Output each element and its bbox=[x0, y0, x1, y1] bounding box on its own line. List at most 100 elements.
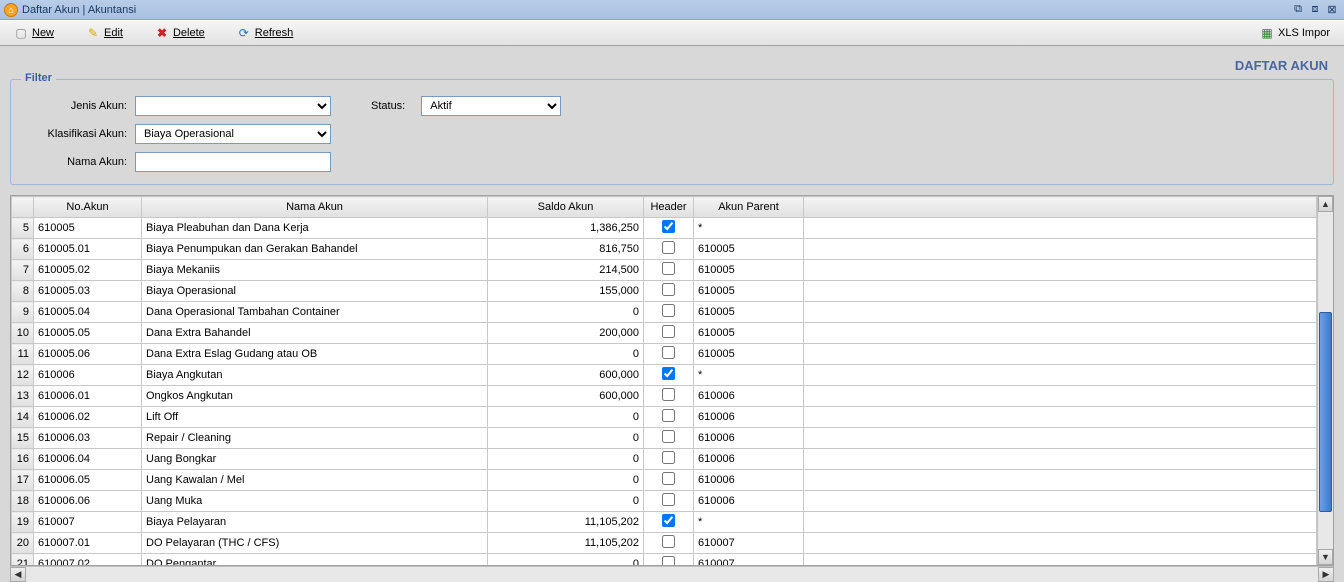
cell-saldo: 11,105,202 bbox=[488, 533, 644, 554]
klasifikasi-akun-select[interactable]: Biaya Operasional bbox=[135, 124, 331, 144]
header-checkbox[interactable] bbox=[662, 556, 675, 565]
nama-akun-input[interactable] bbox=[135, 152, 331, 172]
cell-no-akun: 610007.01 bbox=[34, 533, 142, 554]
cell-parent: 610005 bbox=[694, 323, 804, 344]
header-checkbox[interactable] bbox=[662, 430, 675, 443]
new-icon: ▢ bbox=[14, 26, 28, 40]
cell-parent: 610005 bbox=[694, 260, 804, 281]
header-checkbox[interactable] bbox=[662, 493, 675, 506]
col-header-parent[interactable]: Akun Parent bbox=[694, 197, 804, 218]
edit-button[interactable]: ✎ Edit bbox=[78, 22, 131, 44]
delete-button[interactable]: ✖ Delete bbox=[147, 22, 213, 44]
scroll-left-icon[interactable]: ◀ bbox=[10, 567, 26, 582]
header-checkbox[interactable] bbox=[662, 535, 675, 548]
table-row[interactable]: 16610006.04Uang Bongkar0610006 bbox=[12, 449, 1317, 470]
header-checkbox[interactable] bbox=[662, 325, 675, 338]
restore-in-icon[interactable]: ⧈ bbox=[1307, 3, 1323, 17]
cell-header bbox=[644, 218, 694, 239]
col-header-saldo[interactable]: Saldo Akun bbox=[488, 197, 644, 218]
refresh-button[interactable]: ⟳ Refresh bbox=[229, 22, 302, 44]
table-row[interactable]: 11610005.06Dana Extra Eslag Gudang atau … bbox=[12, 344, 1317, 365]
cell-no-akun: 610005.05 bbox=[34, 323, 142, 344]
horizontal-scrollbar[interactable]: ◀ ▶ bbox=[10, 566, 1334, 582]
table-row[interactable]: 14610006.02Lift Off0610006 bbox=[12, 407, 1317, 428]
restore-out-icon[interactable]: ⧉ bbox=[1290, 3, 1306, 17]
cell-saldo: 0 bbox=[488, 302, 644, 323]
header-checkbox[interactable] bbox=[662, 409, 675, 422]
header-checkbox[interactable] bbox=[662, 220, 675, 233]
app-icon: ⌂ bbox=[4, 3, 18, 17]
cell-header bbox=[644, 449, 694, 470]
row-index: 8 bbox=[12, 281, 34, 302]
vertical-scrollbar[interactable]: ▲ ▼ bbox=[1317, 196, 1333, 565]
header-checkbox[interactable] bbox=[662, 367, 675, 380]
header-checkbox[interactable] bbox=[662, 472, 675, 485]
row-index: 20 bbox=[12, 533, 34, 554]
cell-no-akun: 610005.02 bbox=[34, 260, 142, 281]
table-row[interactable]: 15610006.03Repair / Cleaning0610006 bbox=[12, 428, 1317, 449]
table-row[interactable]: 18610006.06Uang Muka0610006 bbox=[12, 491, 1317, 512]
new-button[interactable]: ▢ New bbox=[6, 22, 62, 44]
cell-parent: 610005 bbox=[694, 281, 804, 302]
cell-parent: * bbox=[694, 512, 804, 533]
scroll-right-icon[interactable]: ▶ bbox=[1318, 567, 1334, 582]
cell-blank bbox=[804, 533, 1317, 554]
header-checkbox[interactable] bbox=[662, 304, 675, 317]
cell-blank bbox=[804, 218, 1317, 239]
table-row[interactable]: 21610007.02DO Pengantar0610007 bbox=[12, 554, 1317, 566]
header-checkbox[interactable] bbox=[662, 241, 675, 254]
table-row[interactable]: 19610007Biaya Pelayaran11,105,202* bbox=[12, 512, 1317, 533]
cell-parent: 610007 bbox=[694, 533, 804, 554]
xls-label: XLS Impor bbox=[1278, 27, 1330, 39]
hscroll-track[interactable] bbox=[26, 567, 1318, 582]
status-select[interactable]: Aktif bbox=[421, 96, 561, 116]
cell-parent: * bbox=[694, 365, 804, 386]
cell-header bbox=[644, 428, 694, 449]
jenis-akun-select[interactable] bbox=[135, 96, 331, 116]
cell-saldo: 11,105,202 bbox=[488, 512, 644, 533]
cell-header bbox=[644, 407, 694, 428]
table-row[interactable]: 6610005.01Biaya Penumpukan dan Gerakan B… bbox=[12, 239, 1317, 260]
table-row[interactable]: 5610005Biaya Pleabuhan dan Dana Kerja1,3… bbox=[12, 218, 1317, 239]
col-header-no[interactable]: No.Akun bbox=[34, 197, 142, 218]
table-row[interactable]: 9610005.04Dana Operasional Tambahan Cont… bbox=[12, 302, 1317, 323]
row-index: 5 bbox=[12, 218, 34, 239]
close-icon[interactable]: ⊠ bbox=[1324, 3, 1340, 17]
cell-saldo: 0 bbox=[488, 344, 644, 365]
col-header-header[interactable]: Header bbox=[644, 197, 694, 218]
scroll-track[interactable] bbox=[1318, 212, 1333, 549]
cell-no-akun: 610005.03 bbox=[34, 281, 142, 302]
row-index: 6 bbox=[12, 239, 34, 260]
scroll-up-icon[interactable]: ▲ bbox=[1318, 196, 1333, 212]
new-label: New bbox=[32, 27, 54, 39]
table-row[interactable]: 20610007.01DO Pelayaran (THC / CFS)11,10… bbox=[12, 533, 1317, 554]
cell-parent: 610006 bbox=[694, 470, 804, 491]
cell-header bbox=[644, 260, 694, 281]
table-row[interactable]: 13610006.01Ongkos Angkutan600,000610006 bbox=[12, 386, 1317, 407]
refresh-label: Refresh bbox=[255, 27, 294, 39]
header-checkbox[interactable] bbox=[662, 388, 675, 401]
scroll-thumb[interactable] bbox=[1319, 312, 1332, 512]
table-row[interactable]: 10610005.05Dana Extra Bahandel200,000610… bbox=[12, 323, 1317, 344]
xls-import-button[interactable]: ▦ XLS Impor bbox=[1252, 22, 1338, 44]
cell-nama-akun: Ongkos Angkutan bbox=[142, 386, 488, 407]
header-checkbox[interactable] bbox=[662, 283, 675, 296]
table-row[interactable]: 8610005.03Biaya Operasional155,000610005 bbox=[12, 281, 1317, 302]
table-row[interactable]: 12610006Biaya Angkutan600,000* bbox=[12, 365, 1317, 386]
table-row[interactable]: 7610005.02Biaya Mekaniis214,500610005 bbox=[12, 260, 1317, 281]
header-checkbox[interactable] bbox=[662, 451, 675, 464]
cell-nama-akun: Repair / Cleaning bbox=[142, 428, 488, 449]
header-checkbox[interactable] bbox=[662, 514, 675, 527]
cell-blank bbox=[804, 302, 1317, 323]
scroll-down-icon[interactable]: ▼ bbox=[1318, 549, 1333, 565]
cell-blank bbox=[804, 386, 1317, 407]
header-checkbox[interactable] bbox=[662, 346, 675, 359]
cell-saldo: 1,386,250 bbox=[488, 218, 644, 239]
col-header-nama[interactable]: Nama Akun bbox=[142, 197, 488, 218]
col-header-index[interactable] bbox=[12, 197, 34, 218]
header-checkbox[interactable] bbox=[662, 262, 675, 275]
cell-blank bbox=[804, 428, 1317, 449]
cell-header bbox=[644, 344, 694, 365]
cell-blank bbox=[804, 281, 1317, 302]
table-row[interactable]: 17610006.05Uang Kawalan / Mel0610006 bbox=[12, 470, 1317, 491]
